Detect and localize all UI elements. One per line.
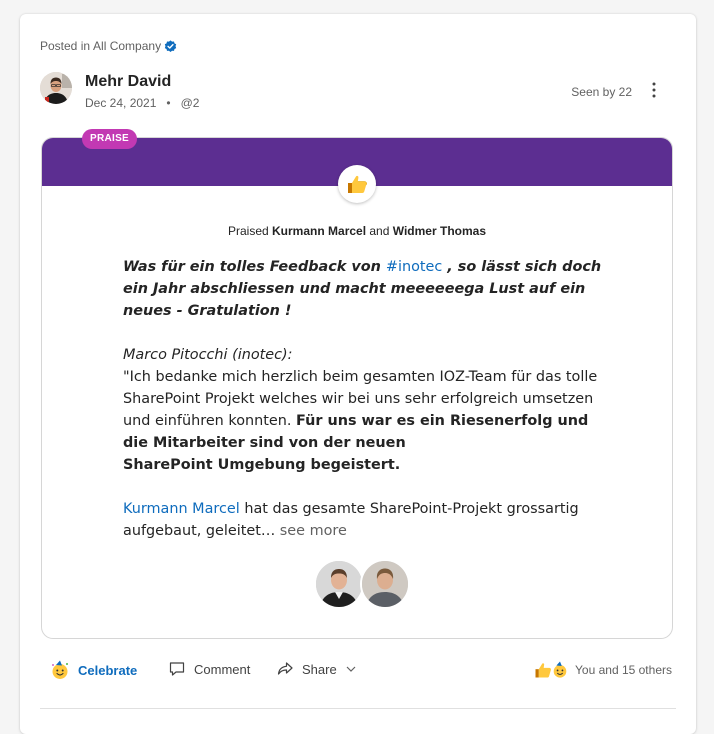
recipient-avatar-1[interactable] — [314, 559, 364, 609]
post-actions-bar: Celebrate Comment Share You and 15 other… — [20, 660, 696, 690]
celebrate-label: Celebrate — [78, 662, 138, 678]
see-more-link[interactable]: see more — [275, 523, 347, 539]
recipient-avatar-2[interactable] — [360, 559, 410, 609]
chevron-down-icon — [346, 666, 356, 672]
message-lead: Was für ein tolles Feedback von #inotec … — [123, 256, 603, 322]
reactions-label: You and 15 others — [575, 663, 672, 677]
celebrate-reaction-icon — [552, 661, 568, 679]
comment-label: Comment — [194, 661, 251, 677]
post-date: Dec 24, 2021 — [85, 96, 157, 110]
more-options-button[interactable] — [644, 78, 664, 102]
seen-by-count[interactable]: Seen by 22 — [571, 85, 632, 99]
recipient-avatars — [314, 559, 414, 609]
actions-divider — [40, 708, 676, 709]
praised-recipient-1[interactable]: Kurmann Marcel — [272, 224, 366, 238]
praise-badge: PRAISE — [82, 129, 138, 149]
praised-recipients-line: Praised Kurmann Marcel and Widmer Thomas — [42, 224, 672, 238]
posted-in-label: Posted in — [40, 39, 91, 53]
posted-in-line: Posted in All Company — [40, 39, 177, 53]
share-button[interactable]: Share — [276, 660, 357, 678]
closing-mention-link[interactable]: Kurmann Marcel — [123, 501, 240, 517]
praise-card: PRAISE Praised Kurmann Marcel and Widmer… — [41, 129, 673, 639]
closing-paragraph: Kurmann Marcel hat das gesamte SharePoin… — [123, 498, 603, 542]
praise-message: Was für ein tolles Feedback von #inotec … — [123, 256, 603, 542]
community-link[interactable]: All Company — [93, 39, 161, 53]
mentions-count[interactable]: @2 — [181, 96, 200, 110]
celebrate-button[interactable]: Celebrate — [50, 660, 137, 680]
lead-text-1: Was für ein tolles Feedback von — [123, 259, 386, 275]
post-card: Posted in All Company Mehr David Dec 24,… — [20, 14, 696, 734]
praised-recipient-2[interactable]: Widmer Thomas — [393, 224, 486, 238]
author-row: Mehr David Dec 24, 2021 • @2 Seen by 22 — [40, 72, 676, 110]
praised-and-word: and — [366, 224, 393, 238]
more-vertical-icon — [652, 82, 656, 98]
comment-icon — [169, 662, 185, 676]
reactions-summary[interactable]: You and 15 others — [533, 660, 672, 680]
quote-bold-text-2: SharePoint Umgebung begeistert. — [123, 457, 401, 473]
share-label: Share — [302, 661, 337, 677]
quote-text: "Ich bedanke mich herzlich beim gesamten… — [123, 366, 603, 476]
share-icon — [277, 662, 293, 675]
meta-separator: • — [166, 96, 171, 110]
praise-thumbs-up-icon — [338, 165, 376, 203]
quote-author: Marco Pitocchi (inotec): — [123, 347, 293, 363]
author-name[interactable]: Mehr David — [85, 73, 171, 91]
celebrate-icon — [52, 660, 68, 679]
praised-label: Praised — [227, 224, 273, 238]
verified-icon — [164, 39, 177, 53]
post-meta: Dec 24, 2021 • @2 — [85, 96, 199, 110]
author-avatar[interactable] — [40, 72, 72, 104]
hashtag-link[interactable]: #inotec — [386, 259, 442, 275]
comment-button[interactable]: Comment — [168, 660, 250, 678]
like-reaction-icon — [535, 663, 551, 678]
